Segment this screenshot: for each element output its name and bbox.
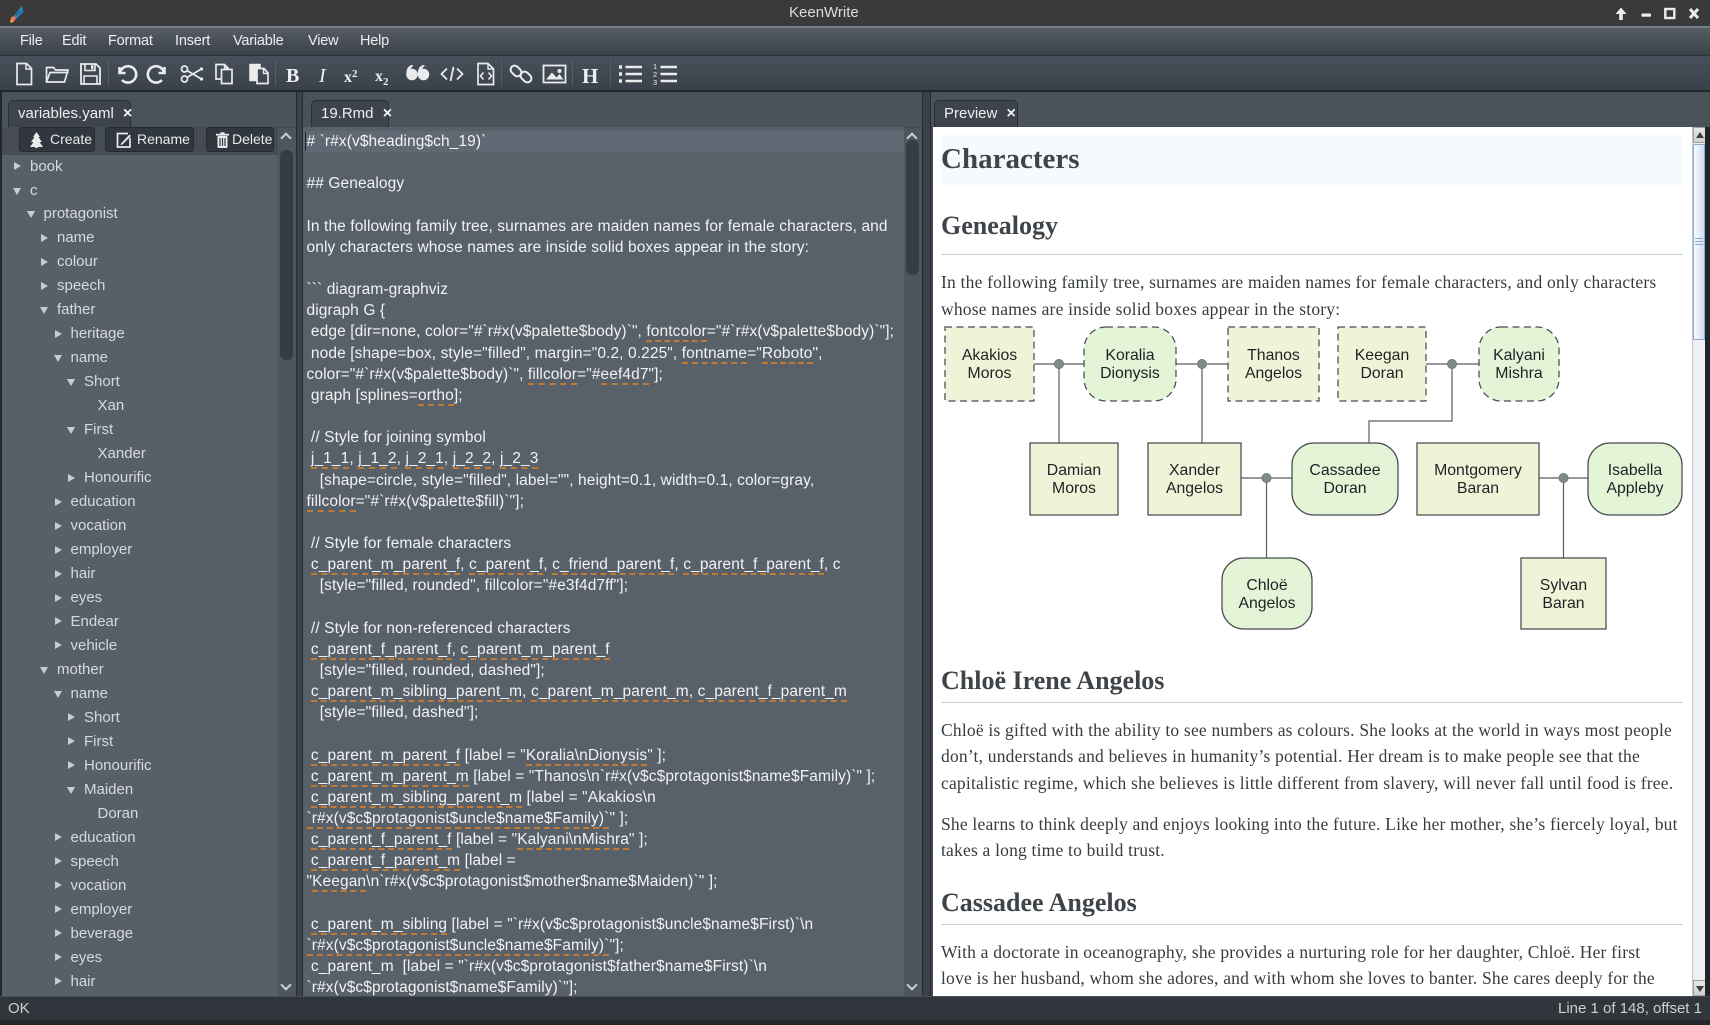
svg-text:Angelos: Angelos bbox=[1238, 595, 1295, 612]
svg-text:3: 3 bbox=[653, 78, 657, 87]
svg-text:Mishra: Mishra bbox=[1495, 365, 1543, 382]
svg-text:Koralia: Koralia bbox=[1105, 347, 1154, 364]
svg-text:Appleby: Appleby bbox=[1606, 480, 1663, 497]
svg-text:Chloë: Chloë bbox=[1246, 577, 1287, 594]
svg-text:Kalyani: Kalyani bbox=[1493, 347, 1545, 364]
svg-text:Akakios: Akakios bbox=[962, 347, 1017, 364]
svg-text:Baran: Baran bbox=[1542, 595, 1584, 612]
svg-text:Xander: Xander bbox=[1169, 462, 1220, 479]
svg-text:Cassadee: Cassadee bbox=[1309, 462, 1380, 479]
svg-text:Angelos: Angelos bbox=[1245, 365, 1302, 382]
svg-text:Doran: Doran bbox=[1360, 365, 1403, 382]
svg-text:Doran: Doran bbox=[1323, 480, 1366, 497]
svg-text:Thanos: Thanos bbox=[1247, 347, 1300, 364]
svg-text:Angelos: Angelos bbox=[1166, 480, 1223, 497]
svg-text:Moros: Moros bbox=[968, 365, 1012, 382]
svg-text:Moros: Moros bbox=[1052, 480, 1096, 497]
svg-text:Baran: Baran bbox=[1457, 480, 1499, 497]
svg-text:Sylvan: Sylvan bbox=[1540, 577, 1587, 594]
svg-text:Dionysis: Dionysis bbox=[1100, 365, 1160, 382]
svg-text:Keegan: Keegan bbox=[1355, 347, 1409, 364]
svg-text:Damian: Damian bbox=[1047, 462, 1101, 479]
svg-text:Montgomery: Montgomery bbox=[1434, 462, 1522, 479]
svg-text:Isabella: Isabella bbox=[1608, 462, 1663, 479]
